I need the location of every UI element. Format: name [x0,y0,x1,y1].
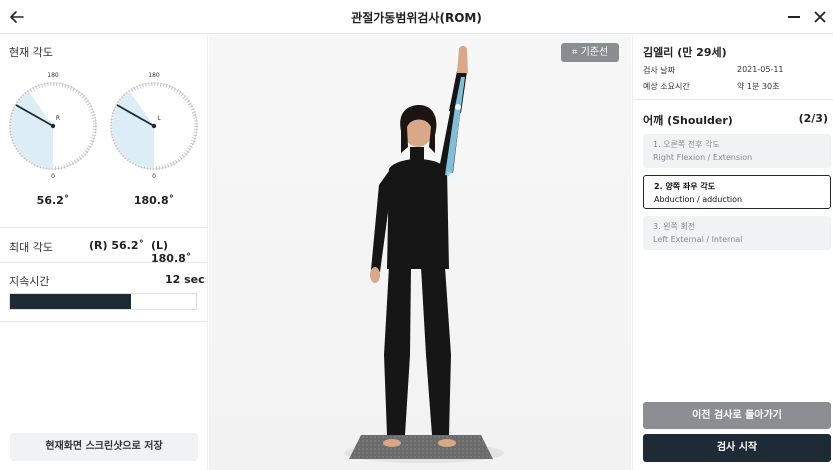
gauge-value-right: 56.2˚ [36,194,70,207]
max-angle-label: 최대 각도 [9,241,53,254]
estimated-duration-label: 예상 소요시간 [643,82,690,91]
test-item-title: 1. 오른쪽 전후 각도 [653,140,720,149]
page-title: 관절가동범위검사(ROM) [351,11,482,25]
exam-date-label: 검사 날짜 [643,66,675,75]
start-test-button[interactable]: 검사 시작 [643,434,831,462]
test-item-subtitle: Right Flexion / Extension [653,153,753,162]
test-item-subtitle: Left External / Internal [653,235,743,244]
gauge-bottom-label: 0 [51,173,55,180]
divider [633,99,833,100]
previous-test-button[interactable]: 이전 검사로 돌아가기 [643,402,831,429]
current-angle-title: 현재 각도 [9,46,53,59]
duration-progress-fill [10,294,131,309]
gauge-left: 180 L 0 180.8˚ [104,68,204,207]
duration-label: 지속시간 [9,275,50,288]
gauge-dial-left [110,82,198,170]
test-item-title: 3. 왼쪽 회전 [653,222,696,231]
section-count: (2/3) [798,112,828,125]
test-item-title: 2. 양쪽 좌우 각도 [654,182,716,191]
duration-value: 12 sec [165,273,205,286]
divider [0,262,208,263]
gauge-right: 180 R 0 56.2˚ [3,68,103,207]
divider [0,321,208,322]
right-panel: 김엘리 (만 29세) 검사 날짜 2021-05-11 예상 소요시간 약 1… [632,35,833,470]
divider [0,227,208,228]
duration-progress-bar [9,293,197,310]
left-panel: 현재 각도 180 R 0 56.2˚ 180 L 0 180.8˚ 최대 각도… [0,35,208,470]
section-title: 어깨 (Shoulder) [643,114,733,127]
close-icon[interactable] [810,7,830,27]
person-figure [344,46,504,463]
save-screenshot-button[interactable]: 현재화면 스크린샷으로 저장 [10,433,198,461]
patient-name: 김엘리 (만 29세) [643,46,727,59]
camera-view: ⌗ 기준선 [209,35,631,470]
minimize-icon[interactable] [784,7,804,27]
gauge-dial-right [9,82,97,170]
max-angle-right: (R) 56.2˚ [89,239,144,252]
test-item-1[interactable]: 1. 오른쪽 전후 각도 Right Flexion / Extension [643,134,831,168]
test-item-subtitle: Abduction / adduction [654,195,743,204]
test-item-3[interactable]: 3. 왼쪽 회전 Left External / Internal [643,216,831,250]
gauge-value-left: 180.8˚ [133,194,175,207]
gauge-side-label: L [157,115,161,122]
estimated-duration-value: 약 1분 30초 [737,82,780,91]
test-item-2[interactable]: 2. 양쪽 좌우 각도 Abduction / adduction [643,175,831,209]
gauge-top-label: 180 [47,72,59,79]
app-header: 관절가동범위검사(ROM) [0,0,833,34]
gauge-top-label: 180 [148,72,160,79]
gauge-side-label: R [55,115,61,122]
exam-date-value: 2021-05-11 [737,65,784,74]
gauge-bottom-label: 0 [152,173,156,180]
